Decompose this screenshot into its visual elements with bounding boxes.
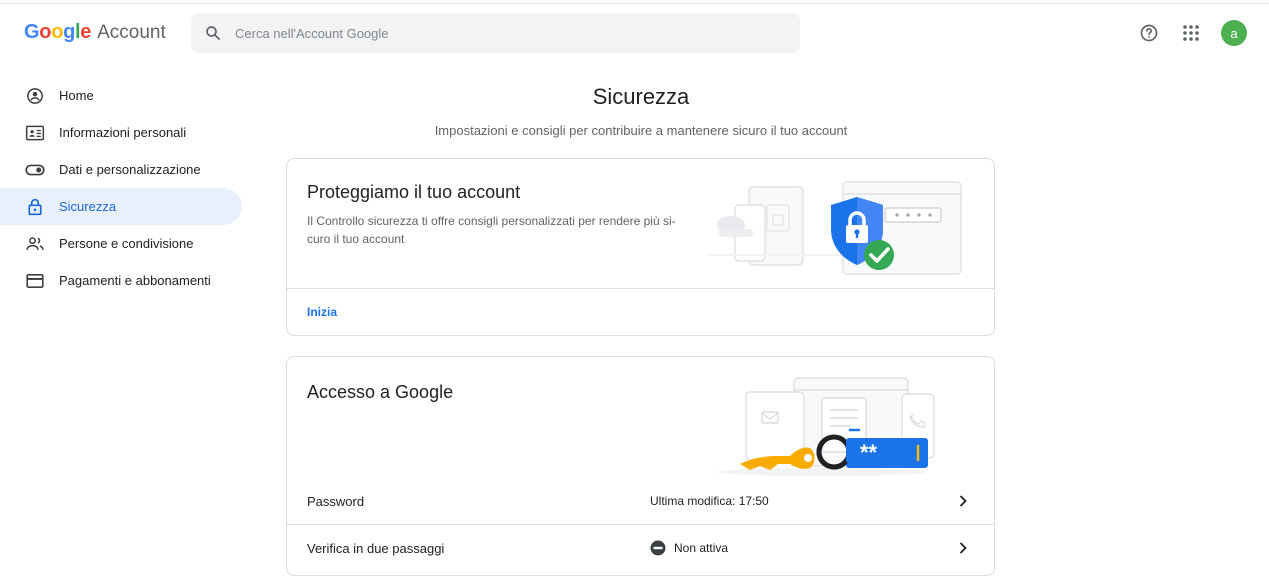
start-checkup-link[interactable]: Inizia: [307, 305, 337, 319]
sidebar-item-label: Pagamenti e abbonamenti: [59, 273, 211, 288]
card-description: Il Controllo sicurezza ti offre consigli…: [307, 214, 676, 246]
card-title: Proteggiamo il tuo account: [307, 182, 521, 202]
sidebar-item-home[interactable]: Home: [0, 77, 242, 114]
lock-icon: [24, 196, 46, 218]
row-label: Password: [307, 493, 365, 509]
card-divider: [287, 288, 994, 289]
sidebar-item-label: Informazioni personali: [59, 125, 187, 140]
google-wordmark: Google: [24, 21, 92, 43]
two-step-verification-row[interactable]: Verifica in due passaggi Non attiva: [287, 526, 994, 570]
search-icon[interactable]: [191, 24, 235, 42]
sidebar-item-data-personalization[interactable]: Dati e personalizzazione: [0, 151, 242, 188]
account-wordmark: Account: [97, 22, 166, 43]
google-account-logo[interactable]: Google Account: [24, 21, 166, 44]
avatar[interactable]: a: [1221, 20, 1247, 46]
credit-card-icon: [24, 270, 46, 292]
search-bar[interactable]: [191, 13, 800, 53]
card-title: Accesso a Google: [307, 382, 454, 402]
sidebar-item-people-sharing[interactable]: Persone e condivisione: [0, 225, 242, 262]
help-icon[interactable]: [1137, 21, 1161, 45]
row-value: Non attiva: [650, 540, 728, 556]
apps-grid-icon[interactable]: [1179, 21, 1203, 45]
protect-account-card: Proteggiamo il tuo account Il Controllo …: [286, 158, 995, 336]
disabled-status-icon: [650, 540, 666, 556]
search-input[interactable]: [235, 25, 755, 41]
sidebar-item-label: Home: [59, 88, 94, 103]
sidebar: Home Informazioni personali Dati e perso…: [0, 77, 242, 299]
password-row[interactable]: Password Ultima modifica: 17:50: [287, 479, 994, 523]
chevron-right-icon: [955, 542, 971, 554]
id-card-icon: [24, 122, 46, 144]
main-content: Sicurezza Impostazioni e consigli per co…: [286, 64, 996, 576]
google-signin-card: Accesso a Google ** Password Ultima modi…: [286, 356, 995, 576]
sidebar-item-payments[interactable]: Pagamenti e abbonamenti: [0, 262, 242, 299]
sidebar-item-label: Persone e condivisione: [59, 236, 194, 251]
chevron-right-icon: [955, 495, 971, 507]
sidebar-item-label: Dati e personalizzazione: [59, 162, 201, 177]
security-shield-illustration: [707, 181, 962, 275]
sidebar-item-label: Sicurezza: [59, 199, 117, 214]
page-title: Sicurezza: [592, 84, 690, 109]
row-label: Verifica in due passaggi: [307, 540, 445, 556]
people-icon: [24, 233, 46, 255]
signin-keys-illustration: **: [718, 377, 935, 476]
app-header: Google Account a: [0, 4, 1269, 64]
status-text: Non attiva: [674, 541, 729, 555]
home-circle-icon: [24, 85, 46, 107]
password-mask-text: **: [860, 440, 878, 465]
row-value: Ultima modifica: 17:50: [650, 494, 769, 508]
page-subtitle: Impostazioni e consigli per contribuire …: [434, 123, 848, 138]
row-divider: [287, 524, 994, 525]
toggle-icon: [24, 159, 46, 181]
sidebar-item-security[interactable]: Sicurezza: [0, 188, 242, 225]
sidebar-item-personal-info[interactable]: Informazioni personali: [0, 114, 242, 151]
header-actions: a: [1137, 20, 1247, 46]
